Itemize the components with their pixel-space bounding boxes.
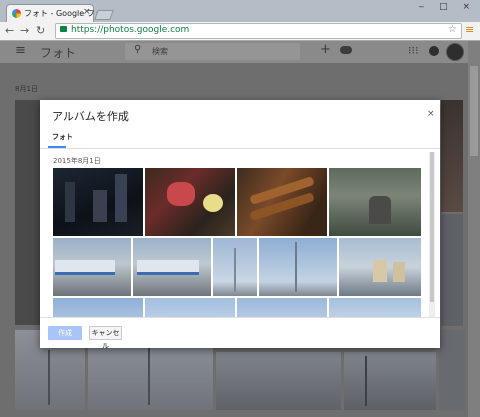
page-scrollbar[interactable] [468,41,480,417]
photo-stone-garden[interactable] [329,168,421,236]
lock-icon [60,26,67,32]
app-header: ≡ フォト ⚲ 検索 + ⁝⁝⁝ [0,41,468,63]
background-photo[interactable] [441,214,463,326]
create-album-dialog: アルバムを作成 × フォト 2015年8月1日 作成 キャンセル [40,100,440,350]
window-controls[interactable]: ‒ □ × [419,2,477,12]
browser-titlebar: フォト - Google フォト × ‒ □ × [0,0,480,23]
photo-tower-2[interactable] [259,238,337,296]
browser-toolbar: ← → ↻ https://photos.google.com ☆ ≡ [0,22,480,41]
upload-cloud-icon[interactable] [340,46,352,54]
cancel-button[interactable]: キャンセル [89,326,122,350]
background-photo[interactable] [441,100,463,212]
forward-arrow-icon[interactable]: → [20,24,29,37]
building-shape [65,182,75,222]
photo-sky-4[interactable] [329,298,421,317]
background-photo[interactable] [216,352,341,410]
stone-shape [369,196,391,224]
tab-close-icon[interactable]: × [83,7,91,17]
photo-train[interactable] [53,238,131,296]
notifications-icon[interactable] [429,46,439,56]
lemon-shape [203,194,223,212]
tower-silhouette [48,350,50,405]
photo-train-2[interactable] [133,238,211,296]
building-shape [93,190,107,222]
background-photo[interactable] [15,100,40,325]
tower-silhouette [365,356,367,406]
photo-tuna-plate[interactable] [145,168,235,236]
tab-photos[interactable]: フォト [52,132,73,142]
photo-yakitori[interactable] [237,168,327,236]
search-placeholder: 検索 [152,47,168,56]
photo-group-date: 2015年8月1日 [53,157,101,165]
create-button[interactable]: 作成 [48,326,82,340]
photo-tower[interactable] [213,238,257,296]
back-arrow-icon[interactable]: ← [5,24,14,37]
address-bar[interactable]: https://photos.google.com ☆ [55,23,462,39]
avatar[interactable] [446,43,464,61]
photo-river-bridge[interactable] [339,238,421,296]
tuna-slice-shape [167,182,195,206]
new-tab-button[interactable] [94,10,114,20]
add-icon[interactable]: + [320,42,331,57]
browser-tab[interactable]: フォト - Google フォト × [6,4,111,23]
photo-sky-3[interactable] [237,298,327,317]
photo-sky[interactable] [53,298,143,317]
dialog-scrollbar[interactable] [429,152,435,317]
background-photo[interactable] [439,330,465,410]
browser-menu-icon[interactable]: ≡ [465,23,474,36]
dialog-scrollbar-thumb[interactable] [430,152,434,302]
search-input[interactable]: ⚲ 検索 [125,43,300,60]
building-shape [373,260,387,282]
background-photo[interactable] [344,352,436,410]
page-scrollbar-thumb[interactable] [470,66,478,156]
search-icon: ⚲ [134,44,142,55]
tower-shape [295,242,297,292]
google-photos-favicon-icon [12,9,21,18]
divider [40,317,440,318]
building-shape [115,174,127,222]
photo-night-buildings[interactable] [53,168,143,236]
background-date-label: 8月1日 [15,85,38,93]
building-shape [393,262,405,282]
train-shape [137,260,199,275]
apps-grid-icon[interactable]: ⁝⁝⁝ [408,44,419,57]
url-text: https://photos.google.com [71,25,190,35]
photo-grid [53,168,421,317]
close-icon[interactable]: × [427,109,435,119]
dialog-title: アルバムを作成 [52,110,129,123]
app-title: フォト [40,46,77,60]
reload-icon[interactable]: ↻ [36,24,45,37]
photo-sky-2[interactable] [145,298,235,317]
hamburger-menu-icon[interactable]: ≡ [15,43,26,58]
train-shape [55,260,115,275]
tower-silhouette [148,348,150,405]
divider [40,148,440,149]
tower-shape [234,248,236,292]
bookmark-star-icon[interactable]: ☆ [448,24,457,35]
